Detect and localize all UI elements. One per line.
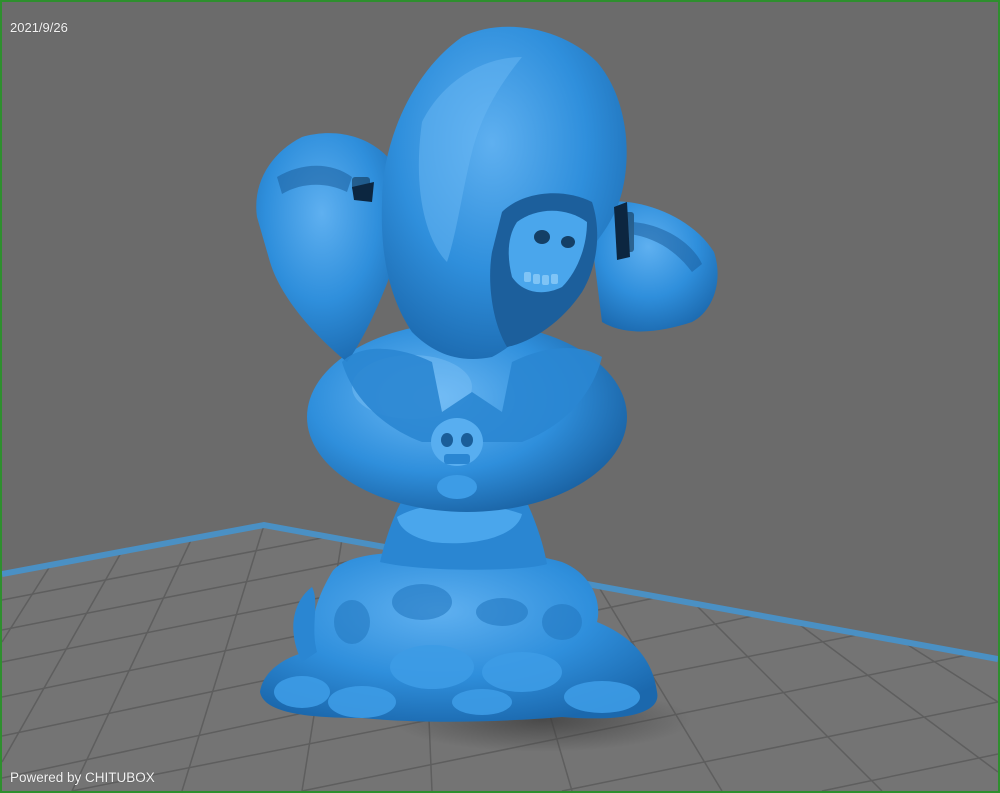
scene-canvas[interactable] [2, 2, 998, 791]
date-label: 2021/9/26 [10, 20, 68, 35]
3d-viewport[interactable]: 2021/9/26 Powered by CHITUBOX [0, 0, 1000, 793]
powered-by-watermark: Powered by CHITUBOX [10, 770, 155, 785]
skull-emblem [431, 418, 483, 499]
